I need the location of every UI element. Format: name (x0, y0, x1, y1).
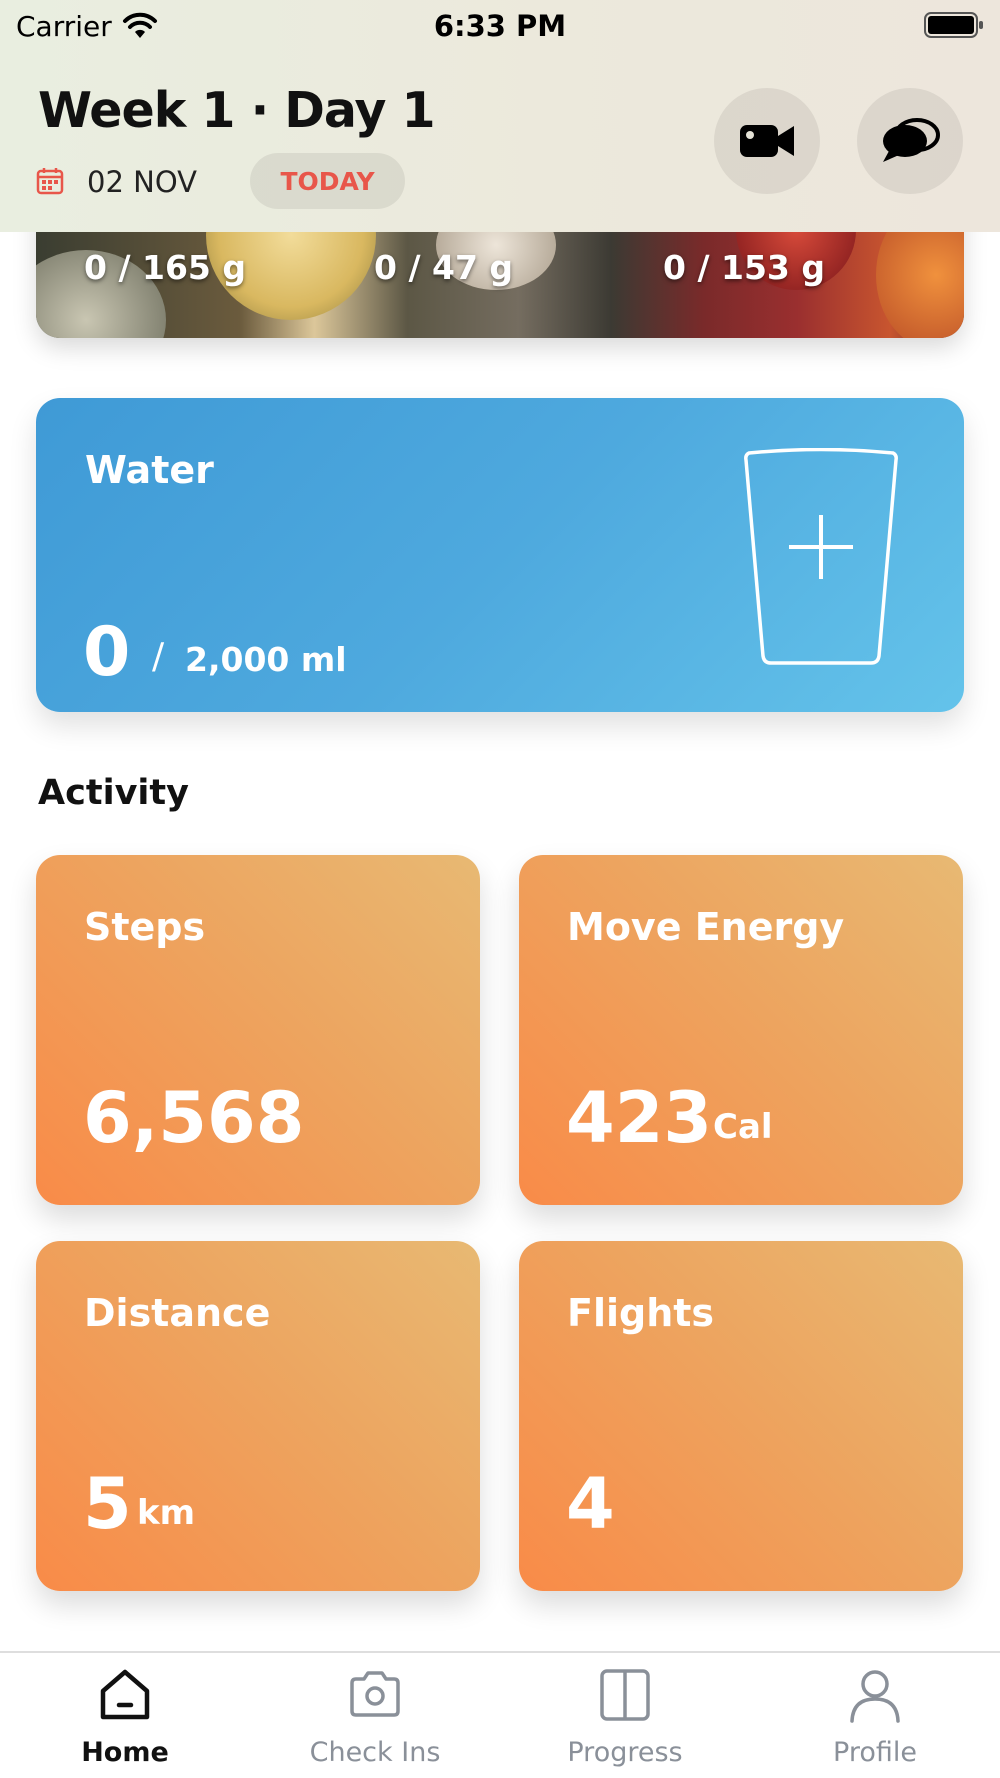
water-separator: / (152, 636, 165, 677)
status-bar: Carrier 6:33 PM (0, 0, 1000, 50)
header: Carrier 6:33 PM Week 1 · Day 1 02 NOV TO… (0, 0, 1000, 232)
add-water-glass-icon[interactable] (741, 448, 901, 666)
tab-progress[interactable]: Progress (500, 1653, 750, 1778)
water-title: Water (85, 448, 214, 492)
water-card[interactable]: Water 0 / 2,000 ml (36, 398, 964, 712)
water-goal-value: 2,000 ml (185, 640, 347, 679)
fat-value: 0 / 47 g (374, 248, 514, 287)
status-time: 6:33 PM (433, 9, 567, 43)
tab-bar: Home Check Ins Progress Profile (0, 1651, 1000, 1778)
activity-heading: Activity (38, 773, 189, 813)
tile-title: Move Energy (567, 905, 845, 949)
protein-value: 0 / 165 g (84, 248, 246, 287)
flights-tile[interactable]: Flights 4 (519, 1241, 963, 1591)
tab-profile[interactable]: Profile (750, 1653, 1000, 1778)
progress-icon (600, 1669, 650, 1721)
steps-tile[interactable]: Steps 6,568 (36, 855, 480, 1205)
move-energy-unit: Cal (713, 1107, 773, 1147)
chat-bubbles-icon (883, 118, 940, 162)
move-energy-tile[interactable]: Move Energy 423 Cal (519, 855, 963, 1205)
move-energy-value: 423 (566, 1077, 713, 1159)
distance-tile[interactable]: Distance 5 km (36, 1241, 480, 1591)
chat-button[interactable] (857, 88, 963, 194)
tab-label: Check Ins (309, 1737, 441, 1768)
tile-title: Flights (567, 1291, 715, 1335)
flights-value: 4 (566, 1463, 615, 1545)
camera-icon (350, 1671, 400, 1717)
tile-title: Steps (84, 905, 206, 949)
distance-value: 5 (83, 1463, 132, 1545)
tab-home[interactable]: Home (0, 1653, 250, 1778)
battery-icon (924, 12, 983, 38)
current-date: 02 NOV (87, 165, 197, 199)
calendar-icon (36, 168, 64, 195)
tab-label: Progress (567, 1737, 683, 1768)
water-current-value: 0 (83, 613, 131, 692)
steps-value: 6,568 (83, 1077, 305, 1159)
carbs-value: 0 / 153 g (663, 248, 825, 287)
page-title: Week 1 · Day 1 (38, 82, 436, 139)
home-icon (100, 1669, 150, 1720)
video-call-button[interactable] (714, 88, 820, 194)
tile-title: Distance (84, 1291, 271, 1335)
tab-check-ins[interactable]: Check Ins (250, 1653, 500, 1778)
today-button[interactable]: TODAY (250, 153, 405, 209)
tab-label: Profile (833, 1737, 917, 1768)
video-camera-icon (740, 125, 794, 157)
tab-label: Home (81, 1737, 169, 1768)
person-icon (850, 1670, 900, 1723)
distance-unit: km (137, 1493, 196, 1533)
